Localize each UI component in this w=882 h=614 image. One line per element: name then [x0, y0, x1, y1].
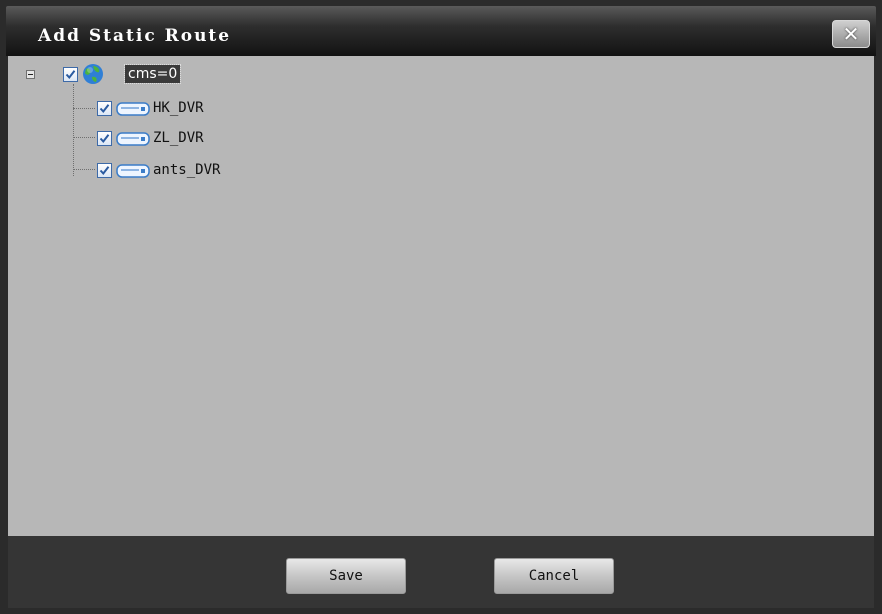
save-button[interactable]: Save: [286, 558, 406, 594]
dvr-device-icon: [116, 164, 150, 178]
add-static-route-dialog: Add Static Route ✕ cms=0 HK_DVR ZL_DVR a…: [0, 0, 882, 614]
tree-node-label[interactable]: ZL_DVR: [153, 129, 204, 147]
cancel-button[interactable]: Cancel: [494, 558, 614, 594]
close-button[interactable]: ✕: [832, 20, 870, 48]
tree-node-label[interactable]: ants_DVR: [153, 161, 220, 179]
button-bar: Save Cancel: [8, 536, 874, 608]
dvr-device-icon: [116, 132, 150, 146]
globe-icon: [83, 64, 103, 84]
dvr-device-icon: [116, 102, 150, 116]
close-icon: ✕: [842, 22, 860, 46]
dialog-title: Add Static Route: [38, 26, 232, 46]
collapse-toggle[interactable]: [26, 70, 35, 79]
title-bar[interactable]: Add Static Route ✕: [6, 6, 876, 56]
route-tree[interactable]: cms=0 HK_DVR ZL_DVR ants_DVR: [8, 56, 874, 536]
child-checkbox[interactable]: [97, 163, 112, 178]
tree-node-label[interactable]: HK_DVR: [153, 99, 204, 117]
tree-node-label[interactable]: cms=0: [123, 64, 182, 84]
child-checkbox[interactable]: [97, 131, 112, 146]
child-checkbox[interactable]: [97, 101, 112, 116]
root-checkbox[interactable]: [63, 67, 78, 82]
